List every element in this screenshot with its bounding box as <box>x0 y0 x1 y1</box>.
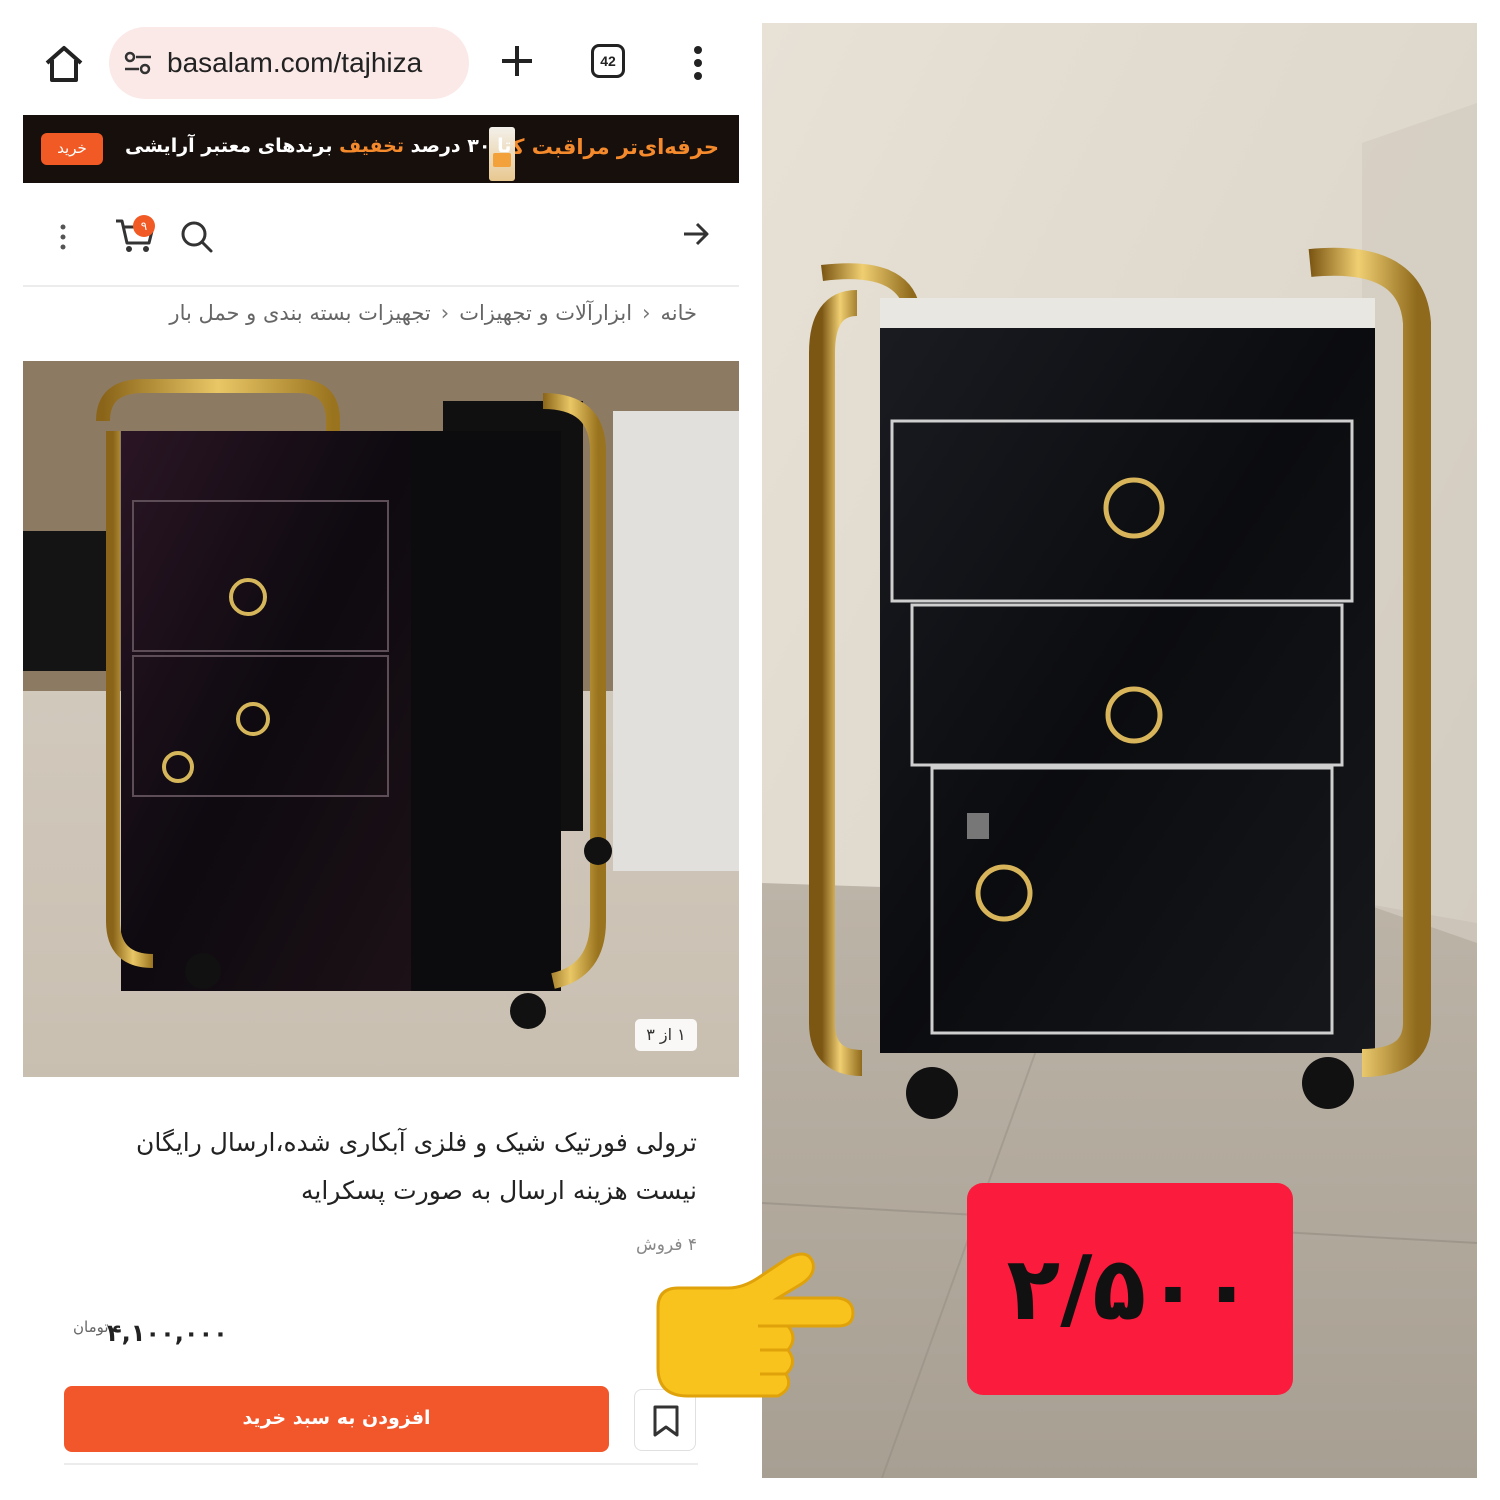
site-settings-icon[interactable] <box>123 51 153 75</box>
breadcrumb-item-tools[interactable]: ابزارآلات و تجهیزات <box>459 301 632 325</box>
pointing-hand-icon <box>656 1252 855 1398</box>
breadcrumb-item-home[interactable]: خانه <box>661 301 697 325</box>
home-icon[interactable] <box>41 41 87 87</box>
trolley-photo: ۲/۵۰۰ <box>762 23 1477 1478</box>
browser-toolbar: basalam.com/tajhiza 42 <box>23 23 739 113</box>
arrow-right-icon[interactable] <box>681 219 711 249</box>
new-tab-icon[interactable] <box>497 41 537 81</box>
tab-count-button[interactable]: 42 <box>591 44 625 78</box>
product-photo-trolley <box>23 361 739 1077</box>
banner-title: حرفه‌ای‌تر مراقبت کن <box>493 135 719 159</box>
address-bar[interactable]: basalam.com/tajhiza <box>109 27 469 99</box>
gallery-counter: ۱ از ۳ <box>635 1019 697 1051</box>
currency-label: تومان <box>73 1318 109 1336</box>
banner-buy-button[interactable]: خرید <box>41 133 103 165</box>
price-tag-overlay: ۲/۵۰۰ <box>967 1183 1293 1395</box>
cart-count-badge: ۹ <box>133 215 155 237</box>
banner-offer-prefix: تا ۳۰ درصد <box>410 135 512 157</box>
site-header: ۹ <box>23 203 739 287</box>
divider <box>64 1463 698 1465</box>
product-price: ۴,۱۰۰,۰۰۰ <box>107 1319 228 1347</box>
add-to-cart-button[interactable]: افزودن به سبد خرید <box>64 1386 609 1452</box>
url-text: basalam.com/tajhiza <box>167 47 423 78</box>
banner-offer-suffix: برندهای معتبر آرایشی <box>125 135 333 157</box>
chevron-left-icon: ‹ <box>440 301 450 325</box>
more-vert-icon[interactable] <box>683 43 713 83</box>
breadcrumb: خانه ‹ ابزارآلات و تجهیزات ‹ تجهیزات بسته بن… <box>169 301 697 325</box>
phone-screenshot: basalam.com/tajhiza 42 حرفه‌ای‌تر مراقبت… <box>23 23 739 1478</box>
banner-offer: تا ۳۰ درصد تخفیف برندهای معتبر آرایشی <box>125 135 511 157</box>
more-vert-icon[interactable] <box>53 219 73 255</box>
promo-banner[interactable]: حرفه‌ای‌تر مراقبت کن تا ۳۰ درصد تخفیف بر… <box>23 115 739 183</box>
chevron-left-icon: ‹ <box>642 301 651 325</box>
breadcrumb-item-packaging[interactable]: تجهیزات بسته بندی و حمل بار <box>169 301 430 325</box>
search-icon[interactable] <box>177 217 217 257</box>
product-title: ترولی فورتیک شیک و فلزی آبکاری شده،ارسال… <box>136 1128 697 1205</box>
banner-offer-highlight: تخفیف <box>339 135 405 157</box>
product-image[interactable]: ۱ از ۳ <box>23 361 739 1077</box>
